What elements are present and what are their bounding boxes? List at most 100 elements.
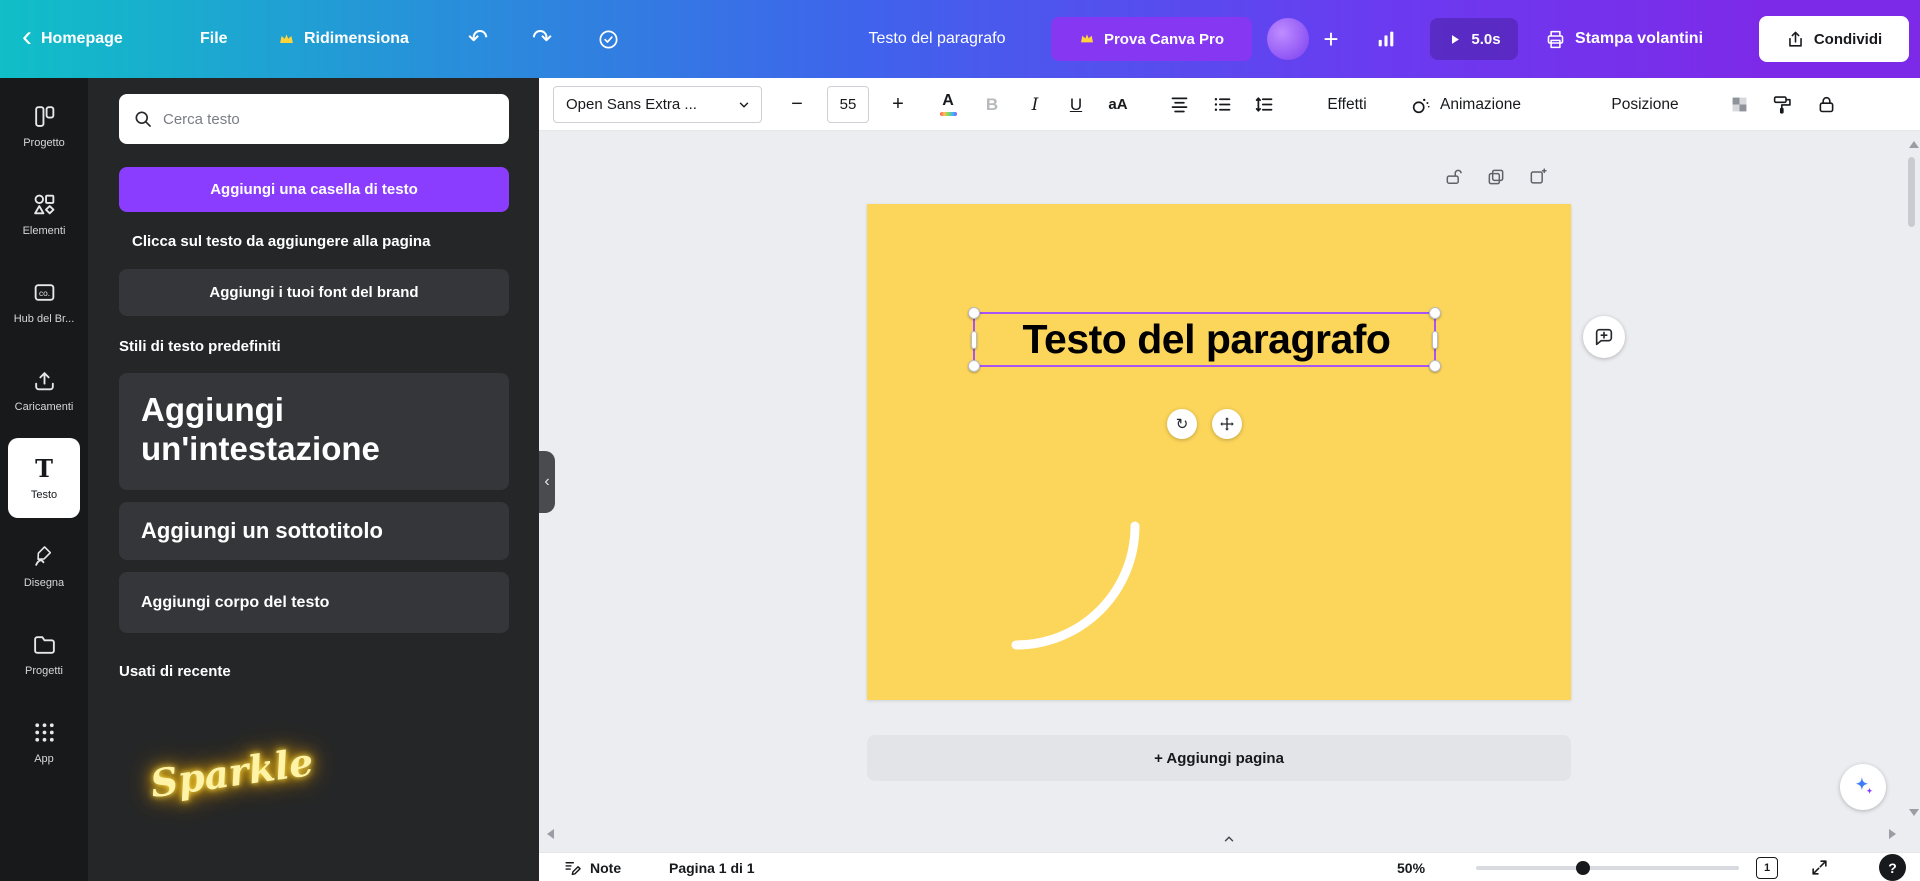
sync-status-button[interactable] <box>588 0 628 78</box>
recent-text-style-sparkle[interactable]: Sparkle <box>148 739 316 806</box>
text-selection-box[interactable]: Testo del paragrafo <box>973 312 1436 367</box>
underline-button[interactable]: U <box>1058 86 1094 123</box>
search-box[interactable] <box>119 94 509 144</box>
add-subheading-card[interactable]: Aggiungi un sottotitolo <box>119 502 509 560</box>
text-color-button[interactable]: A <box>930 86 966 123</box>
folder-icon <box>32 632 57 657</box>
comment-button[interactable] <box>1583 316 1625 358</box>
sidebar-item-design[interactable]: Progetto <box>0 82 88 170</box>
collapse-bottom-button[interactable] <box>1218 831 1240 847</box>
font-size-decrease-button[interactable]: − <box>779 86 815 123</box>
move-handle-button[interactable] <box>1212 409 1242 439</box>
recently-used-heading: Usati di recente <box>119 663 231 680</box>
italic-button[interactable]: I <box>1017 86 1053 123</box>
selection-handle-left[interactable] <box>971 331 977 349</box>
font-family-value: Open Sans Extra ... <box>566 96 697 113</box>
unlock-page-button[interactable] <box>1444 167 1464 187</box>
list-icon <box>1212 94 1233 115</box>
text-case-button[interactable]: aA <box>1100 86 1136 123</box>
add-page-icon-button[interactable] <box>1528 167 1548 187</box>
search-input[interactable] <box>163 111 495 128</box>
scroll-up-arrow[interactable] <box>1909 141 1919 148</box>
text-toolbar: Open Sans Extra ... − 55 + A B I U aA Ef… <box>539 78 1920 131</box>
upload-icon <box>32 368 57 393</box>
scroll-right-arrow[interactable] <box>1889 829 1896 839</box>
zoom-slider[interactable] <box>1476 866 1739 870</box>
position-button[interactable]: Posizione <box>1606 86 1684 123</box>
sidebar-item-draw[interactable]: Disegna <box>0 522 88 610</box>
back-icon: ‹ <box>22 22 32 52</box>
bold-button[interactable]: B <box>974 86 1010 123</box>
undo-button[interactable]: ↶ <box>458 0 498 78</box>
document-title[interactable]: Testo del paragrafo <box>869 0 1006 78</box>
fullscreen-button[interactable] <box>1810 853 1829 881</box>
resize-button[interactable]: Ridimensiona <box>278 0 409 78</box>
design-page[interactable]: Testo del paragrafo <box>867 204 1571 700</box>
print-flyers-button[interactable]: Stampa volantini <box>1545 0 1703 78</box>
sidebar-label: App <box>34 753 54 765</box>
scroll-left-arrow[interactable] <box>547 829 554 839</box>
effects-button[interactable]: Effetti <box>1305 86 1389 123</box>
try-pro-label: Prova Canva Pro <box>1104 31 1224 48</box>
text-icon: T <box>31 456 57 482</box>
side-rail: Progetto Elementi co. Hub del Br... Cari… <box>0 78 88 881</box>
unlock-icon <box>1444 167 1464 187</box>
sidebar-item-projects[interactable]: Progetti <box>0 610 88 698</box>
selection-handle-top-right[interactable] <box>1429 307 1441 319</box>
align-center-icon <box>1169 94 1190 115</box>
zoom-slider-thumb[interactable] <box>1576 861 1590 875</box>
magic-assistant-button[interactable] <box>1840 764 1886 810</box>
homepage-button[interactable]: ‹ Homepage <box>22 0 123 78</box>
add-textbox-button[interactable]: Aggiungi una casella di testo <box>119 167 509 212</box>
sidebar-item-brand-hub[interactable]: co. Hub del Br... <box>0 258 88 346</box>
apps-grid-icon <box>32 720 57 745</box>
notes-label: Note <box>590 860 621 876</box>
comment-plus-icon <box>1593 326 1615 348</box>
grid-view-button[interactable]: 1 <box>1756 857 1778 879</box>
add-brand-fonts-button[interactable]: Aggiungi i tuoi font del brand <box>119 269 509 316</box>
panel-collapse-button[interactable]: ‹ <box>539 451 555 513</box>
try-pro-button[interactable]: Prova Canva Pro <box>1051 17 1252 61</box>
position-label: Posizione <box>1611 96 1678 114</box>
add-page-button[interactable]: + Aggiungi pagina <box>867 735 1571 781</box>
selected-text-element[interactable]: Testo del paragrafo <box>975 314 1438 365</box>
add-heading-card[interactable]: Aggiungi un'intestazione <box>119 373 509 490</box>
sidebar-item-text[interactable]: T Testo <box>8 438 80 518</box>
rotate-handle-button[interactable]: ↻ <box>1167 409 1197 439</box>
copy-style-button[interactable] <box>1764 86 1800 123</box>
file-menu-button[interactable]: File <box>200 0 228 78</box>
invite-button[interactable]: + <box>1313 0 1349 78</box>
selection-handle-top-left[interactable] <box>968 307 980 319</box>
share-button[interactable]: Condividi <box>1759 16 1909 62</box>
sidebar-item-uploads[interactable]: Caricamenti <box>0 346 88 434</box>
animate-button[interactable]: Animazione <box>1410 86 1521 123</box>
duplicate-page-button[interactable] <box>1486 167 1506 187</box>
selection-handle-bottom-left[interactable] <box>968 360 980 372</box>
transparency-button[interactable] <box>1721 86 1757 123</box>
shapes-icon <box>32 192 57 217</box>
text-align-button[interactable] <box>1161 86 1197 123</box>
add-body-text-card[interactable]: Aggiungi corpo del testo <box>119 572 509 633</box>
avatar[interactable] <box>1267 18 1309 60</box>
notes-button[interactable]: Note <box>563 853 621 881</box>
page-indicator[interactable]: Pagina 1 di 1 <box>669 853 755 881</box>
font-size-input[interactable]: 55 <box>827 86 869 123</box>
font-size-increase-button[interactable]: + <box>880 86 916 123</box>
present-duration-button[interactable]: 5.0s <box>1430 18 1518 60</box>
spacing-button[interactable] <box>1246 86 1282 123</box>
insights-button[interactable] <box>1368 0 1404 78</box>
font-family-select[interactable]: Open Sans Extra ... <box>553 86 762 123</box>
selection-handle-right[interactable] <box>1432 331 1438 349</box>
bullet-list-button[interactable] <box>1204 86 1240 123</box>
help-button[interactable]: ? <box>1879 854 1906 881</box>
vertical-scrollbar-thumb[interactable] <box>1908 157 1915 227</box>
redo-button[interactable]: ↷ <box>522 0 562 78</box>
panel-hint-text: Clicca sul testo da aggiungere alla pagi… <box>132 233 430 250</box>
share-label: Condividi <box>1814 31 1882 48</box>
scroll-down-arrow[interactable] <box>1909 809 1919 816</box>
sidebar-item-apps[interactable]: App <box>0 698 88 786</box>
sidebar-item-elements[interactable]: Elementi <box>0 170 88 258</box>
lock-button[interactable] <box>1808 86 1844 123</box>
white-arc-element[interactable] <box>867 204 1571 700</box>
selection-handle-bottom-right[interactable] <box>1429 360 1441 372</box>
